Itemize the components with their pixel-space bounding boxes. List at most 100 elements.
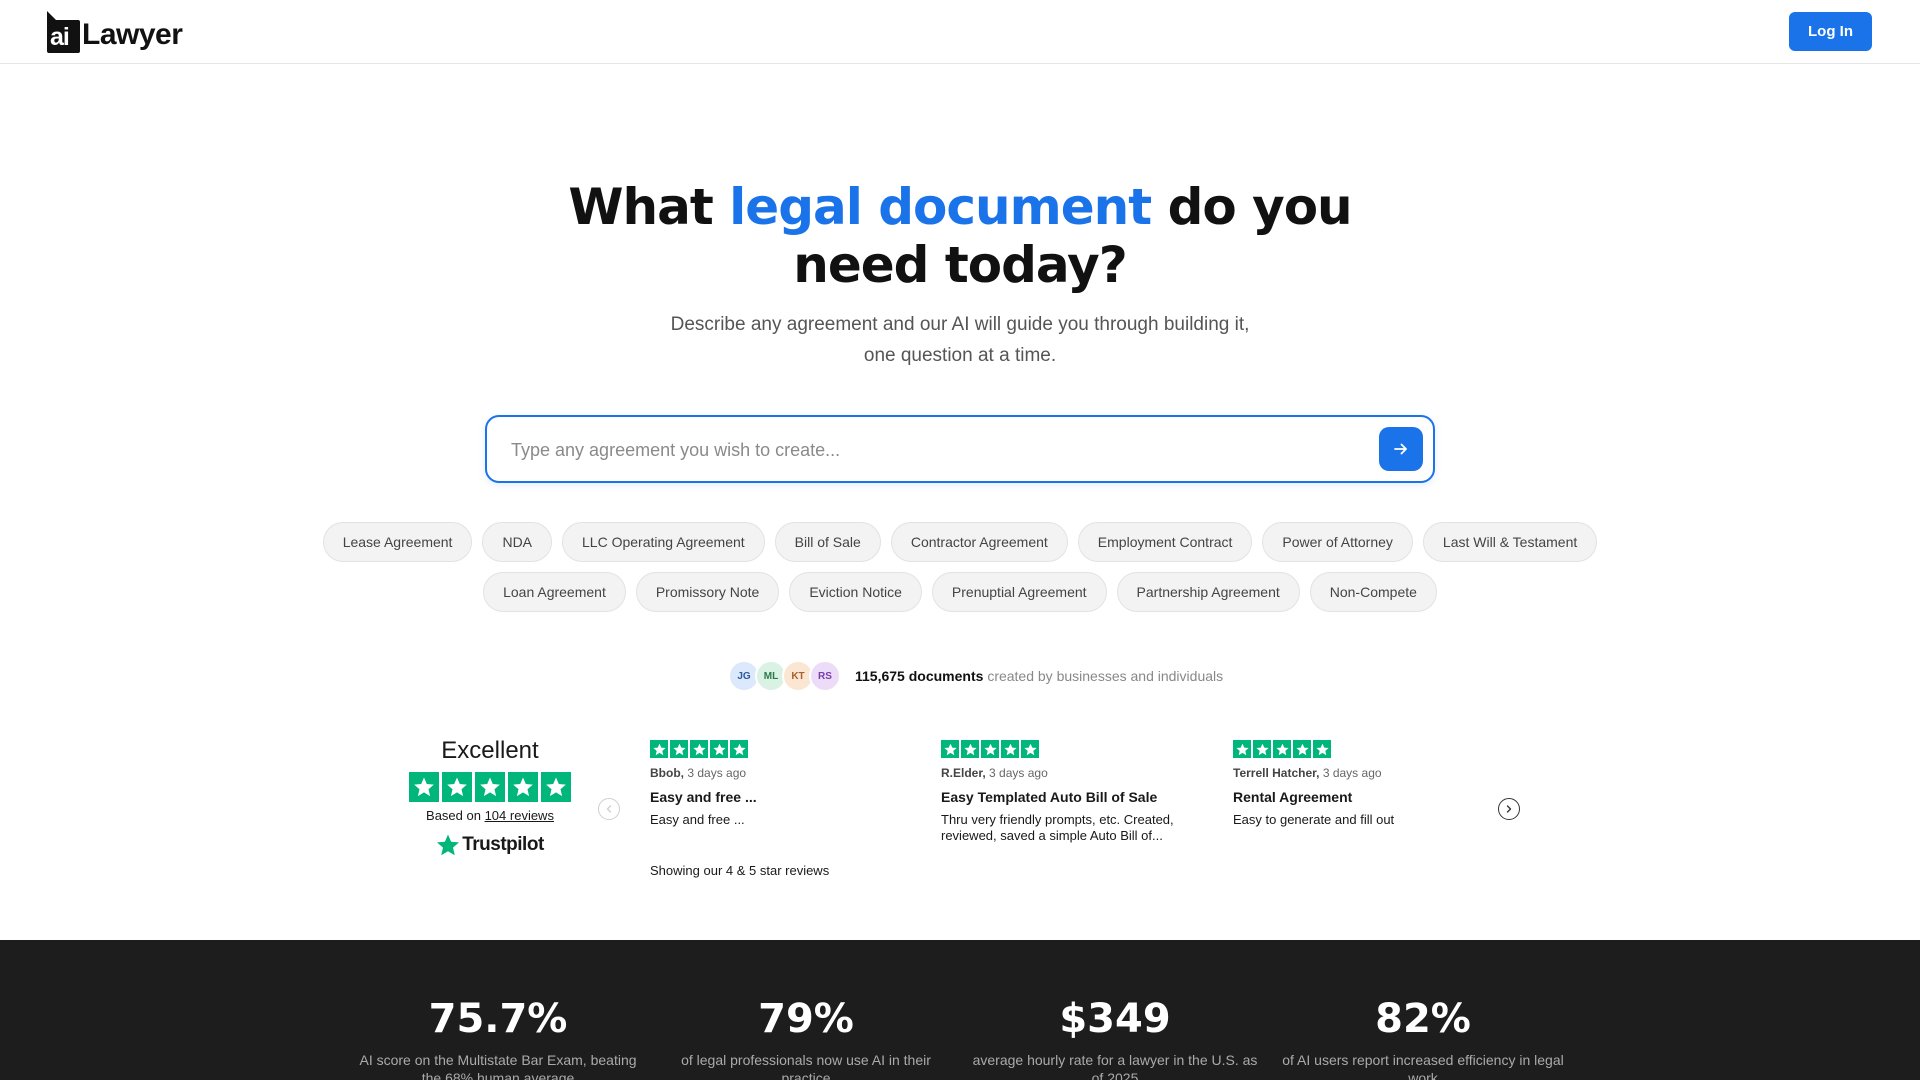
star-icon: [1233, 740, 1251, 758]
stat-item: $349 average hourly rate for a lawyer in …: [970, 995, 1260, 1080]
review-meta: R.Elder, 3 days ago: [941, 766, 1191, 780]
stat-item: 82% of AI users report increased efficien…: [1278, 995, 1568, 1080]
suggestion-chip[interactable]: LLC Operating Agreement: [562, 522, 765, 562]
suggestion-chip[interactable]: Bill of Sale: [774, 522, 881, 562]
stat-label: of legal professionals now use AI in the…: [681, 1052, 931, 1080]
logo-mark-icon: ai: [47, 11, 80, 53]
suggestion-chip[interactable]: Lease Agreement: [322, 522, 473, 562]
documents-counter: JG ML KT RS 115,675 documents created by bu…: [728, 660, 1224, 692]
review-stars: [941, 740, 1191, 758]
suggestion-chip[interactable]: Eviction Notice: [789, 572, 922, 612]
review-title: Easy Templated Auto Bill of Sale: [941, 789, 1158, 805]
counter-unit: documents: [908, 668, 984, 684]
star-icon: [409, 772, 439, 802]
reviews-next-button[interactable]: [1498, 798, 1520, 820]
star-icon: [1293, 740, 1311, 758]
star-icon: [508, 772, 538, 802]
trustpilot-summary: Excellent Based on 104 reviews Trustpilo…: [405, 736, 575, 857]
star-icon: [981, 740, 999, 758]
star-icon: [961, 740, 979, 758]
review-time: 3 days ago: [1322, 766, 1382, 780]
review-author: R.Elder,: [941, 766, 986, 780]
suggestion-chip[interactable]: Employment Contract: [1077, 522, 1253, 562]
star-icon: [710, 740, 728, 758]
trustpilot-star-icon: [437, 834, 460, 856]
based-on-prefix: Based on: [426, 808, 485, 823]
review-author: Bbob,: [650, 766, 684, 780]
stat-value: $349: [1059, 996, 1171, 1042]
trustpilot-logo[interactable]: Trustpilot: [405, 833, 575, 857]
reviews-prev-button[interactable]: [598, 798, 620, 820]
arrow-right-icon: [1394, 443, 1407, 455]
rating-word: Excellent: [441, 737, 539, 764]
suggestion-chip[interactable]: Power of Attorney: [1262, 522, 1413, 562]
review-time: 3 days ago: [989, 766, 1048, 780]
review-meta: Bbob, 3 days ago: [650, 766, 900, 780]
stat-label: AI score on the Multistate Bar Exam, bea…: [359, 1052, 637, 1080]
suggestion-chip[interactable]: Loan Agreement: [483, 572, 626, 612]
reviews-count-link[interactable]: 104 reviews: [485, 808, 554, 823]
stat-value: 75.7%: [428, 996, 568, 1042]
star-icon: [941, 740, 959, 758]
star-icon: [541, 772, 571, 802]
agreement-search-input[interactable]: [509, 431, 1343, 469]
stat-item: 79% of legal professionals now use AI in …: [661, 995, 951, 1080]
suggestion-chip[interactable]: NDA: [482, 522, 553, 562]
ai-lawyer-logo[interactable]: ai Lawyer: [47, 11, 183, 53]
logo-text: Lawyer: [82, 18, 183, 51]
suggestion-chips-row-2: Loan Agreement Promissory Note Eviction No…: [0, 572, 1920, 612]
suggestion-chip[interactable]: Partnership Agreement: [1116, 572, 1300, 612]
based-on-text: Based on 104 reviews: [405, 808, 575, 823]
rating-stars: [405, 772, 575, 802]
review-time: 3 days ago: [687, 766, 747, 780]
hero-subtitle: Describe any agreement and our AI will g…: [670, 314, 1250, 366]
hero-title-pre: What: [568, 178, 730, 236]
review-author: Terrell Hatcher,: [1233, 766, 1320, 780]
review-title: Rental Agreement: [1233, 789, 1353, 805]
review-body: Easy and free ...: [650, 812, 745, 827]
star-icon: [730, 740, 748, 758]
star-icon: [690, 740, 708, 758]
search-submit-button[interactable]: [1379, 427, 1423, 471]
review-stars: [1233, 740, 1483, 758]
chevron-right-icon: [1506, 805, 1512, 813]
stat-label: average hourly rate for a lawyer in the …: [972, 1052, 1258, 1080]
review-card[interactable]: Terrell Hatcher, 3 days ago Rental Agreem…: [1233, 740, 1483, 828]
review-meta: Terrell Hatcher, 3 days ago: [1233, 766, 1483, 780]
star-icon: [475, 772, 505, 802]
review-body: Thru very friendly prompts, etc. Created…: [941, 812, 1174, 843]
star-icon: [1001, 740, 1019, 758]
hero-title-accent: legal document: [729, 178, 1152, 236]
suggestion-chip[interactable]: Last Will & Testament: [1422, 522, 1598, 562]
showing-reviews-note: Showing our 4 & 5 star reviews: [650, 863, 830, 878]
agreement-search-box: [485, 415, 1435, 483]
suggestion-chip[interactable]: Non-Compete: [1309, 572, 1437, 612]
hero-title: What legal document do you need today?: [560, 178, 1360, 294]
stat-value: 82%: [1375, 996, 1471, 1042]
suggestion-chip[interactable]: Promissory Note: [635, 572, 780, 612]
review-stars: [650, 740, 900, 758]
star-icon: [1313, 740, 1331, 758]
star-icon: [1273, 740, 1291, 758]
logo-mark-text: ai: [50, 23, 70, 51]
stat-value: 79%: [758, 996, 854, 1042]
suggestion-chips-row-1: Lease Agreement NDA LLC Operating Agreemen…: [0, 522, 1920, 562]
counter-suffix: created by businesses and individuals: [987, 668, 1224, 684]
star-icon: [670, 740, 688, 758]
review-card[interactable]: R.Elder, 3 days ago Easy Templated Auto B…: [941, 740, 1191, 844]
avatar: RS: [809, 660, 841, 692]
site-header: ai Lawyer Log In: [0, 0, 1920, 64]
counter-count: 115,675: [855, 668, 905, 684]
stat-label: of AI users report increased efficiency …: [1282, 1052, 1564, 1080]
login-button[interactable]: Log In: [1789, 12, 1872, 51]
stats-band: 75.7% AI score on the Multistate Bar Exam…: [0, 940, 1920, 1080]
star-icon: [1253, 740, 1271, 758]
stat-item: 75.7% AI score on the Multistate Bar Exam…: [353, 995, 643, 1080]
star-icon: [442, 772, 472, 802]
review-card[interactable]: Bbob, 3 days ago Easy and free ... Easy an…: [650, 740, 900, 828]
review-body: Easy to generate and fill out: [1233, 812, 1395, 827]
suggestion-chip[interactable]: Contractor Agreement: [890, 522, 1068, 562]
review-title: Easy and free ...: [650, 789, 757, 805]
suggestion-chip[interactable]: Prenuptial Agreement: [931, 572, 1107, 612]
trustpilot-brand: Trustpilot: [462, 834, 544, 855]
